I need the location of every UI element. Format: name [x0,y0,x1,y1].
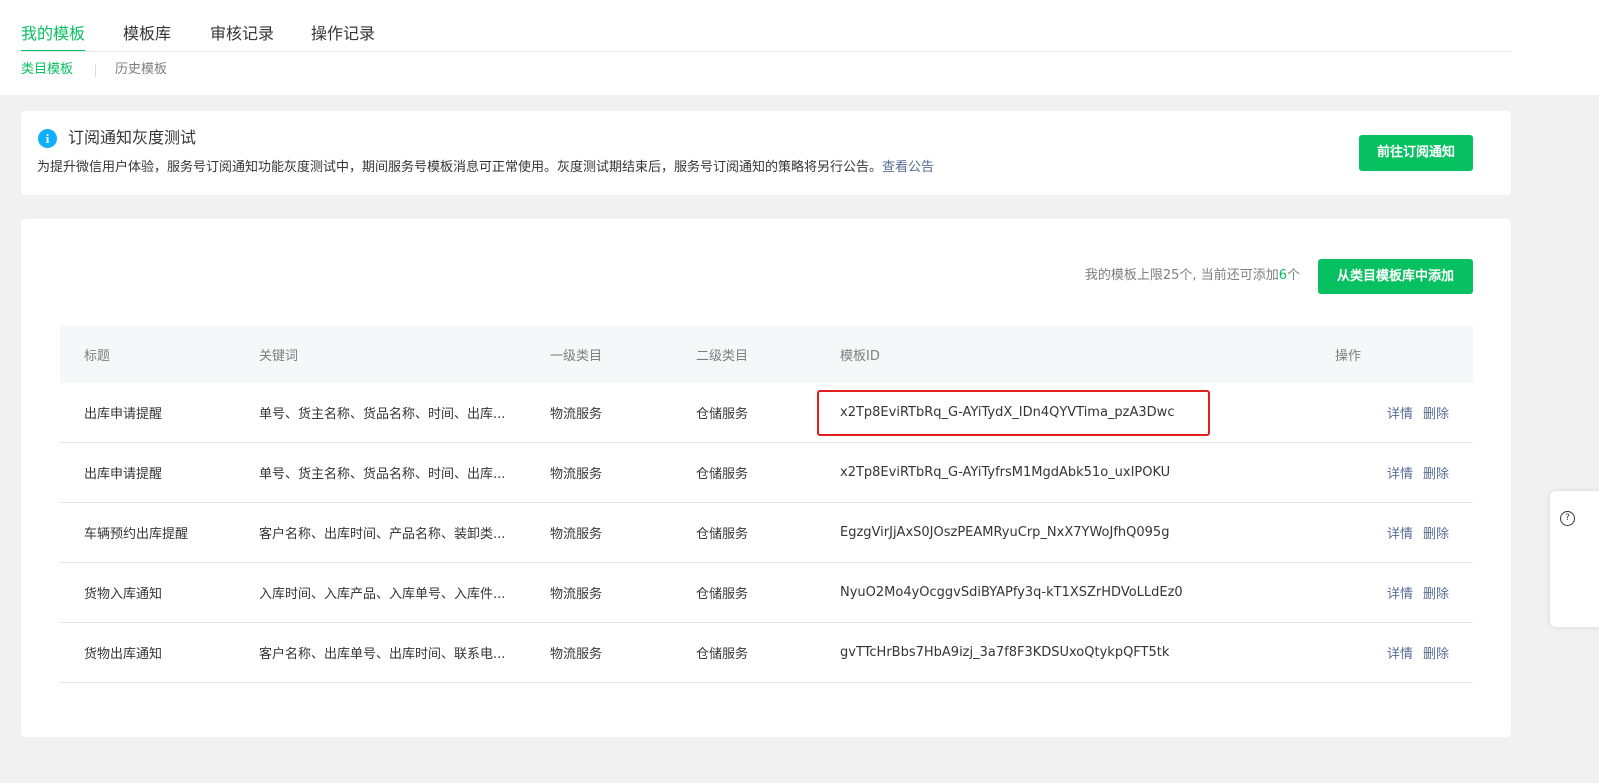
table-row: 货物入库通知 入库时间、入库产品、入库单号、入库件... 物流服务 仓储服务 N… [60,562,1473,623]
row-category1: 物流服务 [550,562,696,623]
row-title: 货物入库通知 [60,562,259,623]
subtab-category-templates[interactable]: 类目模板 [21,61,73,79]
delete-link[interactable]: 删除 [1423,407,1449,422]
delete-link[interactable]: 删除 [1423,587,1449,602]
row-category1: 物流服务 [550,622,696,683]
notice-title: 订阅通知灰度测试 [68,128,197,147]
quota-suffix: 个 [1286,268,1300,283]
subtab-history-templates[interactable]: 历史模板 [115,61,167,79]
row-keywords-cell: 单号、货主名称、货品名称、时间、出库... [259,442,550,503]
row-keywords: 入库时间、入库产品、入库单号、入库件... [259,587,506,602]
row-category1: 物流服务 [550,383,696,443]
row-category2: 仓储服务 [696,502,840,563]
row-title: 出库申请提醒 [60,442,259,503]
row-category1: 物流服务 [550,502,696,563]
row-category1: 物流服务 [550,442,696,503]
header-title: 标题 [60,326,259,383]
row-keywords-cell: 客户名称、出库时间、产品名称、装卸类... [259,502,550,563]
row-template-id: EgzgVirJjAxS0JOszPEAMRyuCrp_NxX7YWoJfhQ0… [840,502,1335,563]
header-category2: 二级类目 [696,326,840,383]
tab-template-library[interactable]: 模板库 [123,22,171,46]
row-template-id: x2Tp8EviRTbRq_G-AYiTyfrsM1MgdAbk51o_uxIP… [840,442,1335,503]
row-title: 货物出库通知 [60,622,259,683]
row-category2: 仓储服务 [696,562,840,623]
row-category2: 仓储服务 [696,383,840,443]
row-actions: 详情 删除 [1335,622,1473,683]
delete-link[interactable]: 删除 [1423,467,1449,482]
delete-link[interactable]: 删除 [1423,647,1449,662]
table-row: 出库申请提醒 单号、货主名称、货品名称、时间、出库... 物流服务 仓储服务 x… [60,383,1473,443]
row-keywords-cell: 客户名称、出库单号、出库时间、联系电... [259,622,550,683]
subtab-divider [95,64,96,77]
row-actions: 详情 删除 [1335,383,1473,443]
info-icon: i [38,129,57,148]
detail-link[interactable]: 详情 [1387,647,1413,662]
template-table: 标题 关键词 一级类目 二级类目 模板ID 操作 出库申请提醒 单号、货主名称、… [60,326,1473,683]
quota-prefix: 我的模板上限25个, 当前还可添加 [1084,268,1279,283]
row-keywords: 单号、货主名称、货品名称、时间、出库... [259,407,506,422]
notice-description: 为提升微信用户体验，服务号订阅通知功能灰度测试中，期间服务号模板消息可正常使用。… [37,159,934,177]
template-panel: 我的模板上限25个, 当前还可添加6个 从类目模板库中添加 标题 关键词 一级类… [21,219,1511,737]
notice-banner: i 订阅通知灰度测试 为提升微信用户体验，服务号订阅通知功能灰度测试中，期间服务… [21,111,1511,195]
go-subscribe-notice-button[interactable]: 前往订阅通知 [1359,135,1473,171]
detail-link[interactable]: 详情 [1387,587,1413,602]
template-quota: 我的模板上限25个, 当前还可添加6个 [1085,267,1300,285]
row-actions: 详情 删除 [1335,442,1473,503]
table-row: 车辆预约出库提醒 客户名称、出库时间、产品名称、装卸类... 物流服务 仓储服务… [60,502,1473,563]
row-title: 出库申请提醒 [60,383,259,443]
header-category1: 一级类目 [550,326,696,383]
row-keywords: 单号、货主名称、货品名称、时间、出库... [259,467,506,482]
header-template-id: 模板ID [840,326,1335,383]
view-announcement-link[interactable]: 查看公告 [882,160,934,175]
row-template-id: gvTTcHrBbs7HbA9izj_3a7f8F3KDSUxoQtykpQFT… [840,622,1335,683]
tab-operation-records[interactable]: 操作记录 [311,22,375,46]
table-row: 货物出库通知 客户名称、出库单号、出库时间、联系电... 物流服务 仓储服务 g… [60,622,1473,683]
notice-description-text: 为提升微信用户体验，服务号订阅通知功能灰度测试中，期间服务号模板消息可正常使用。… [37,160,883,175]
table-header-row: 标题 关键词 一级类目 二级类目 模板ID 操作 [60,326,1473,383]
row-keywords: 客户名称、出库单号、出库时间、联系电... [259,647,506,662]
floating-help-widget[interactable]: ? [1550,491,1599,627]
header-actions: 操作 [1335,326,1473,383]
tab-review-records[interactable]: 审核记录 [210,22,274,46]
row-actions: 详情 删除 [1335,502,1473,563]
add-from-library-button[interactable]: 从类目模板库中添加 [1318,259,1473,294]
top-navigation: 我的模板 模板库 审核记录 操作记录 类目模板 历史模板 [0,0,1599,95]
quota-remaining: 6 [1278,268,1287,283]
header-keywords: 关键词 [259,326,550,383]
detail-link[interactable]: 详情 [1387,527,1413,542]
row-category2: 仓储服务 [696,442,840,503]
delete-link[interactable]: 删除 [1423,527,1449,542]
row-keywords-cell: 入库时间、入库产品、入库单号、入库件... [259,562,550,623]
tabs-divider [21,51,1511,52]
row-template-id: NyuO2Mo4yOcggvSdiBYAPfy3q-kT1XSZrHDVoLLd… [840,562,1335,623]
row-template-id: x2Tp8EviRTbRq_G-AYiTydX_IDn4QYVTima_pzA3… [840,383,1335,443]
detail-link[interactable]: 详情 [1387,467,1413,482]
detail-link[interactable]: 详情 [1387,407,1413,422]
row-title: 车辆预约出库提醒 [60,502,259,563]
clock-icon: ? [1560,511,1575,526]
row-keywords: 客户名称、出库时间、产品名称、装卸类... [259,527,506,542]
row-actions: 详情 删除 [1335,562,1473,623]
table-row: 出库申请提醒 单号、货主名称、货品名称、时间、出库... 物流服务 仓储服务 x… [60,442,1473,503]
row-category2: 仓储服务 [696,622,840,683]
tab-my-templates[interactable]: 我的模板 [21,22,86,52]
row-keywords-cell: 单号、货主名称、货品名称、时间、出库... [259,383,550,443]
